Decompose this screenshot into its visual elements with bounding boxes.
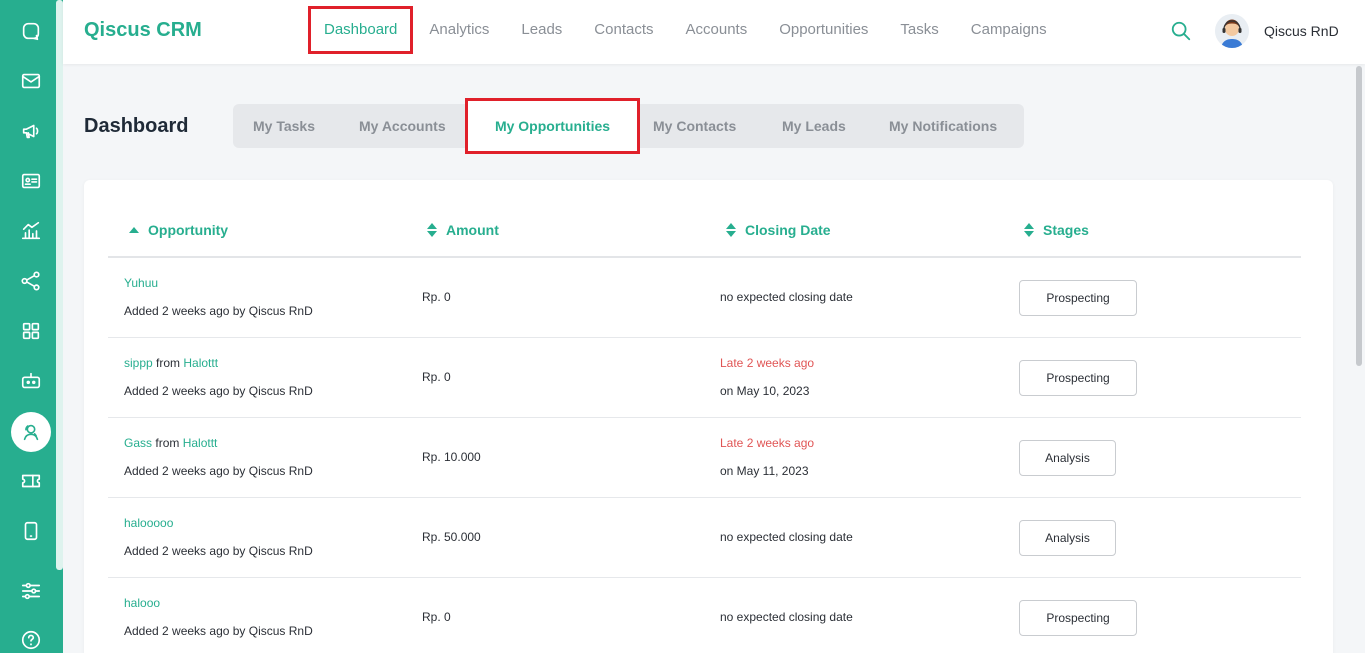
sort-asc-icon: [129, 227, 139, 233]
added-info: Added 2 weeks ago by Qiscus RnD: [124, 624, 313, 638]
page-scrollbar[interactable]: [1356, 66, 1362, 366]
col-opportunity[interactable]: Opportunity: [128, 222, 228, 238]
tab-my-accounts[interactable]: My Accounts: [359, 104, 446, 148]
opportunity-name[interactable]: Gass: [124, 436, 152, 450]
tab-my-tasks[interactable]: My Tasks: [253, 104, 315, 148]
from-word: from: [156, 356, 181, 370]
table-row[interactable]: Yuhuu Added 2 weeks ago by Qiscus RnD Rp…: [108, 258, 1301, 338]
from-word: from: [155, 436, 180, 450]
settings-sliders-icon[interactable]: [14, 574, 48, 608]
sort-icon: [726, 223, 736, 237]
contact-card-icon[interactable]: [14, 164, 48, 198]
tab-my-leads[interactable]: My Leads: [782, 104, 846, 148]
closing-date: on May 10, 2023: [720, 384, 810, 398]
sort-icon: [427, 223, 437, 237]
stage-button[interactable]: Prospecting: [1019, 280, 1137, 316]
dashboard-tabs: My Tasks My Accounts My Opportunities My…: [233, 98, 1024, 154]
crm-user-icon[interactable]: [11, 412, 51, 452]
nav-leads[interactable]: Leads: [505, 6, 578, 54]
nav-analytics[interactable]: Analytics: [413, 6, 505, 54]
table-row[interactable]: halooooo Added 2 weeks ago by Qiscus RnD…: [108, 498, 1301, 578]
col-amount[interactable]: Amount: [426, 222, 499, 238]
help-icon[interactable]: [14, 623, 48, 653]
apps-grid-icon[interactable]: [14, 314, 48, 348]
nav-accounts[interactable]: Accounts: [670, 6, 764, 54]
bot-icon[interactable]: [14, 364, 48, 398]
added-info: Added 2 weeks ago by Qiscus RnD: [124, 544, 313, 558]
late-status: Late 2 weeks ago: [720, 356, 815, 370]
share-nodes-icon[interactable]: [14, 264, 48, 298]
page-title: Dashboard: [84, 115, 189, 137]
amount: Rp. 0: [422, 370, 451, 384]
main-nav: Dashboard Analytics Leads Contacts Accou…: [308, 6, 1063, 54]
stage-button[interactable]: Analysis: [1019, 440, 1116, 476]
tab-my-notifications[interactable]: My Notifications: [889, 104, 997, 148]
mail-icon[interactable]: [14, 64, 48, 98]
added-info: Added 2 weeks ago by Qiscus RnD: [124, 304, 313, 318]
sidebar-scrollbar[interactable]: [56, 0, 63, 570]
chart-icon[interactable]: [14, 214, 48, 248]
tab-my-opportunities[interactable]: My Opportunities: [465, 98, 640, 154]
col-closing-date[interactable]: Closing Date: [725, 222, 831, 238]
nav-contacts[interactable]: Contacts: [578, 6, 669, 54]
col-stages[interactable]: Stages: [1023, 222, 1089, 238]
search-icon[interactable]: [1170, 20, 1192, 42]
chat-icon[interactable]: [14, 14, 48, 48]
opportunity-name[interactable]: Yuhuu: [124, 276, 158, 290]
closing-date: no expected closing date: [720, 290, 853, 304]
nav-tasks[interactable]: Tasks: [884, 6, 954, 54]
amount: Rp. 50.000: [422, 530, 481, 544]
opportunity-name[interactable]: sippp: [124, 356, 153, 370]
added-info: Added 2 weeks ago by Qiscus RnD: [124, 384, 313, 398]
opportunity-name[interactable]: halooo: [124, 596, 160, 610]
table-row[interactable]: sippp from Halottt Added 2 weeks ago by …: [108, 338, 1301, 418]
stage-button[interactable]: Prospecting: [1019, 360, 1137, 396]
megaphone-icon[interactable]: [14, 114, 48, 148]
nav-dashboard[interactable]: Dashboard: [308, 6, 414, 54]
company-link[interactable]: Halottt: [183, 356, 218, 370]
nav-campaigns[interactable]: Campaigns: [955, 6, 1063, 54]
avatar[interactable]: [1215, 14, 1249, 48]
closing-date: on May 11, 2023: [720, 464, 809, 478]
nav-opportunities[interactable]: Opportunities: [763, 6, 884, 54]
mobile-icon[interactable]: [14, 514, 48, 548]
closing-date: no expected closing date: [720, 610, 853, 624]
stage-button[interactable]: Prospecting: [1019, 600, 1137, 636]
opportunity-name[interactable]: halooooo: [124, 516, 173, 530]
stage-button[interactable]: Analysis: [1019, 520, 1116, 556]
user-name[interactable]: Qiscus RnD: [1264, 23, 1339, 39]
ticket-icon[interactable]: [14, 464, 48, 498]
closing-date: no expected closing date: [720, 530, 853, 544]
late-status: Late 2 weeks ago: [720, 436, 815, 450]
amount: Rp. 0: [422, 290, 451, 304]
sort-icon: [1024, 223, 1034, 237]
tab-my-contacts[interactable]: My Contacts: [653, 104, 736, 148]
amount: Rp. 10.000: [422, 450, 481, 464]
table-row[interactable]: halooo Added 2 weeks ago by Qiscus RnD R…: [108, 578, 1301, 653]
opportunities-card: Opportunity Amount Closing Date Stages Y…: [84, 180, 1333, 653]
left-sidebar: [0, 0, 63, 653]
table-header: Opportunity Amount Closing Date Stages: [108, 180, 1301, 258]
brand-logo[interactable]: Qiscus CRM: [84, 19, 202, 42]
added-info: Added 2 weeks ago by Qiscus RnD: [124, 464, 313, 478]
company-link[interactable]: Halottt: [183, 436, 218, 450]
table-row[interactable]: Gass from Halottt Added 2 weeks ago by Q…: [108, 418, 1301, 498]
amount: Rp. 0: [422, 610, 451, 624]
top-navbar: Qiscus CRM Dashboard Analytics Leads Con…: [63, 0, 1365, 64]
